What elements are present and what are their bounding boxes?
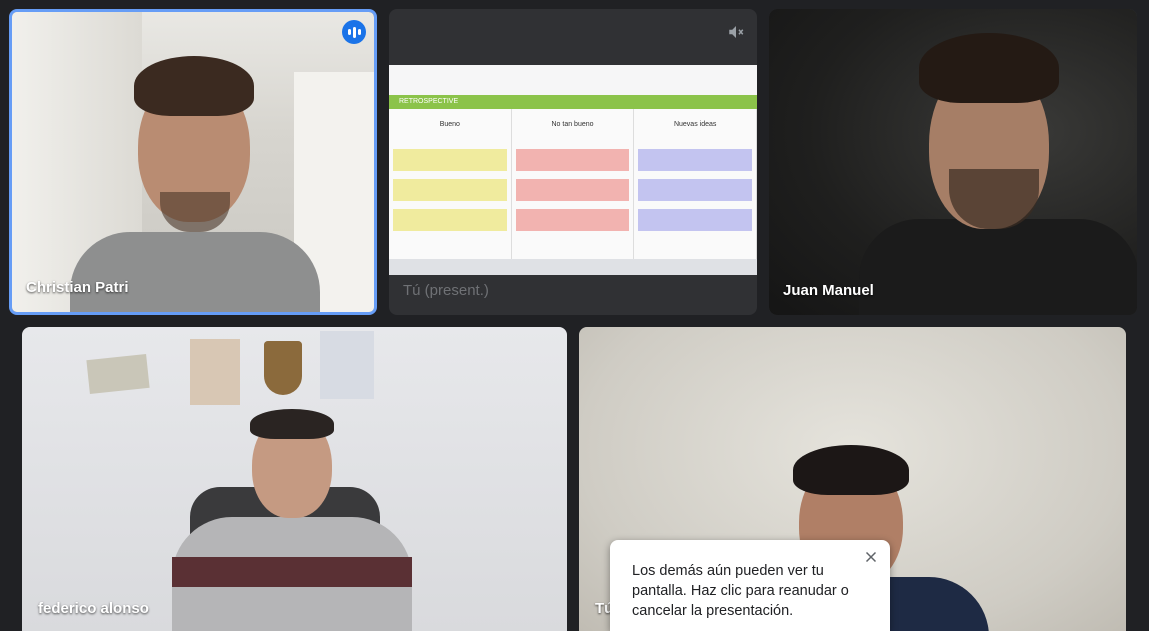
video-feed xyxy=(769,9,1137,315)
video-feed xyxy=(12,12,374,312)
board-column: Bueno xyxy=(389,109,512,259)
participant-name: Tú (present.) xyxy=(403,282,489,299)
board-column: No tan bueno xyxy=(511,109,635,259)
speaking-indicator-icon xyxy=(342,20,366,44)
presentation-tile[interactable]: RETROSPECTIVE Bueno No tan bueno Nuevas … xyxy=(389,9,757,315)
participant-tile-christian[interactable]: Christian Patri xyxy=(9,9,377,315)
video-feed xyxy=(22,327,567,631)
muted-mic-icon xyxy=(729,26,744,38)
participant-name: Juan Manuel xyxy=(783,282,874,299)
participant-name: federico alonso xyxy=(38,600,149,617)
popup-message: Los demás aún pueden ver tu pantalla. Ha… xyxy=(632,563,849,619)
participant-tile-federico[interactable]: federico alonso xyxy=(22,327,567,631)
participant-tile-juan[interactable]: Juan Manuel xyxy=(769,9,1137,315)
participant-name: Christian Patri xyxy=(26,279,129,296)
screen-title: RETROSPECTIVE xyxy=(389,95,757,109)
presentation-paused-popup[interactable]: Los demás aún pueden ver tu pantalla. Ha… xyxy=(610,540,890,631)
shared-screen-preview: RETROSPECTIVE Bueno No tan bueno Nuevas … xyxy=(389,65,757,275)
board-column: Nuevas ideas xyxy=(634,109,757,259)
